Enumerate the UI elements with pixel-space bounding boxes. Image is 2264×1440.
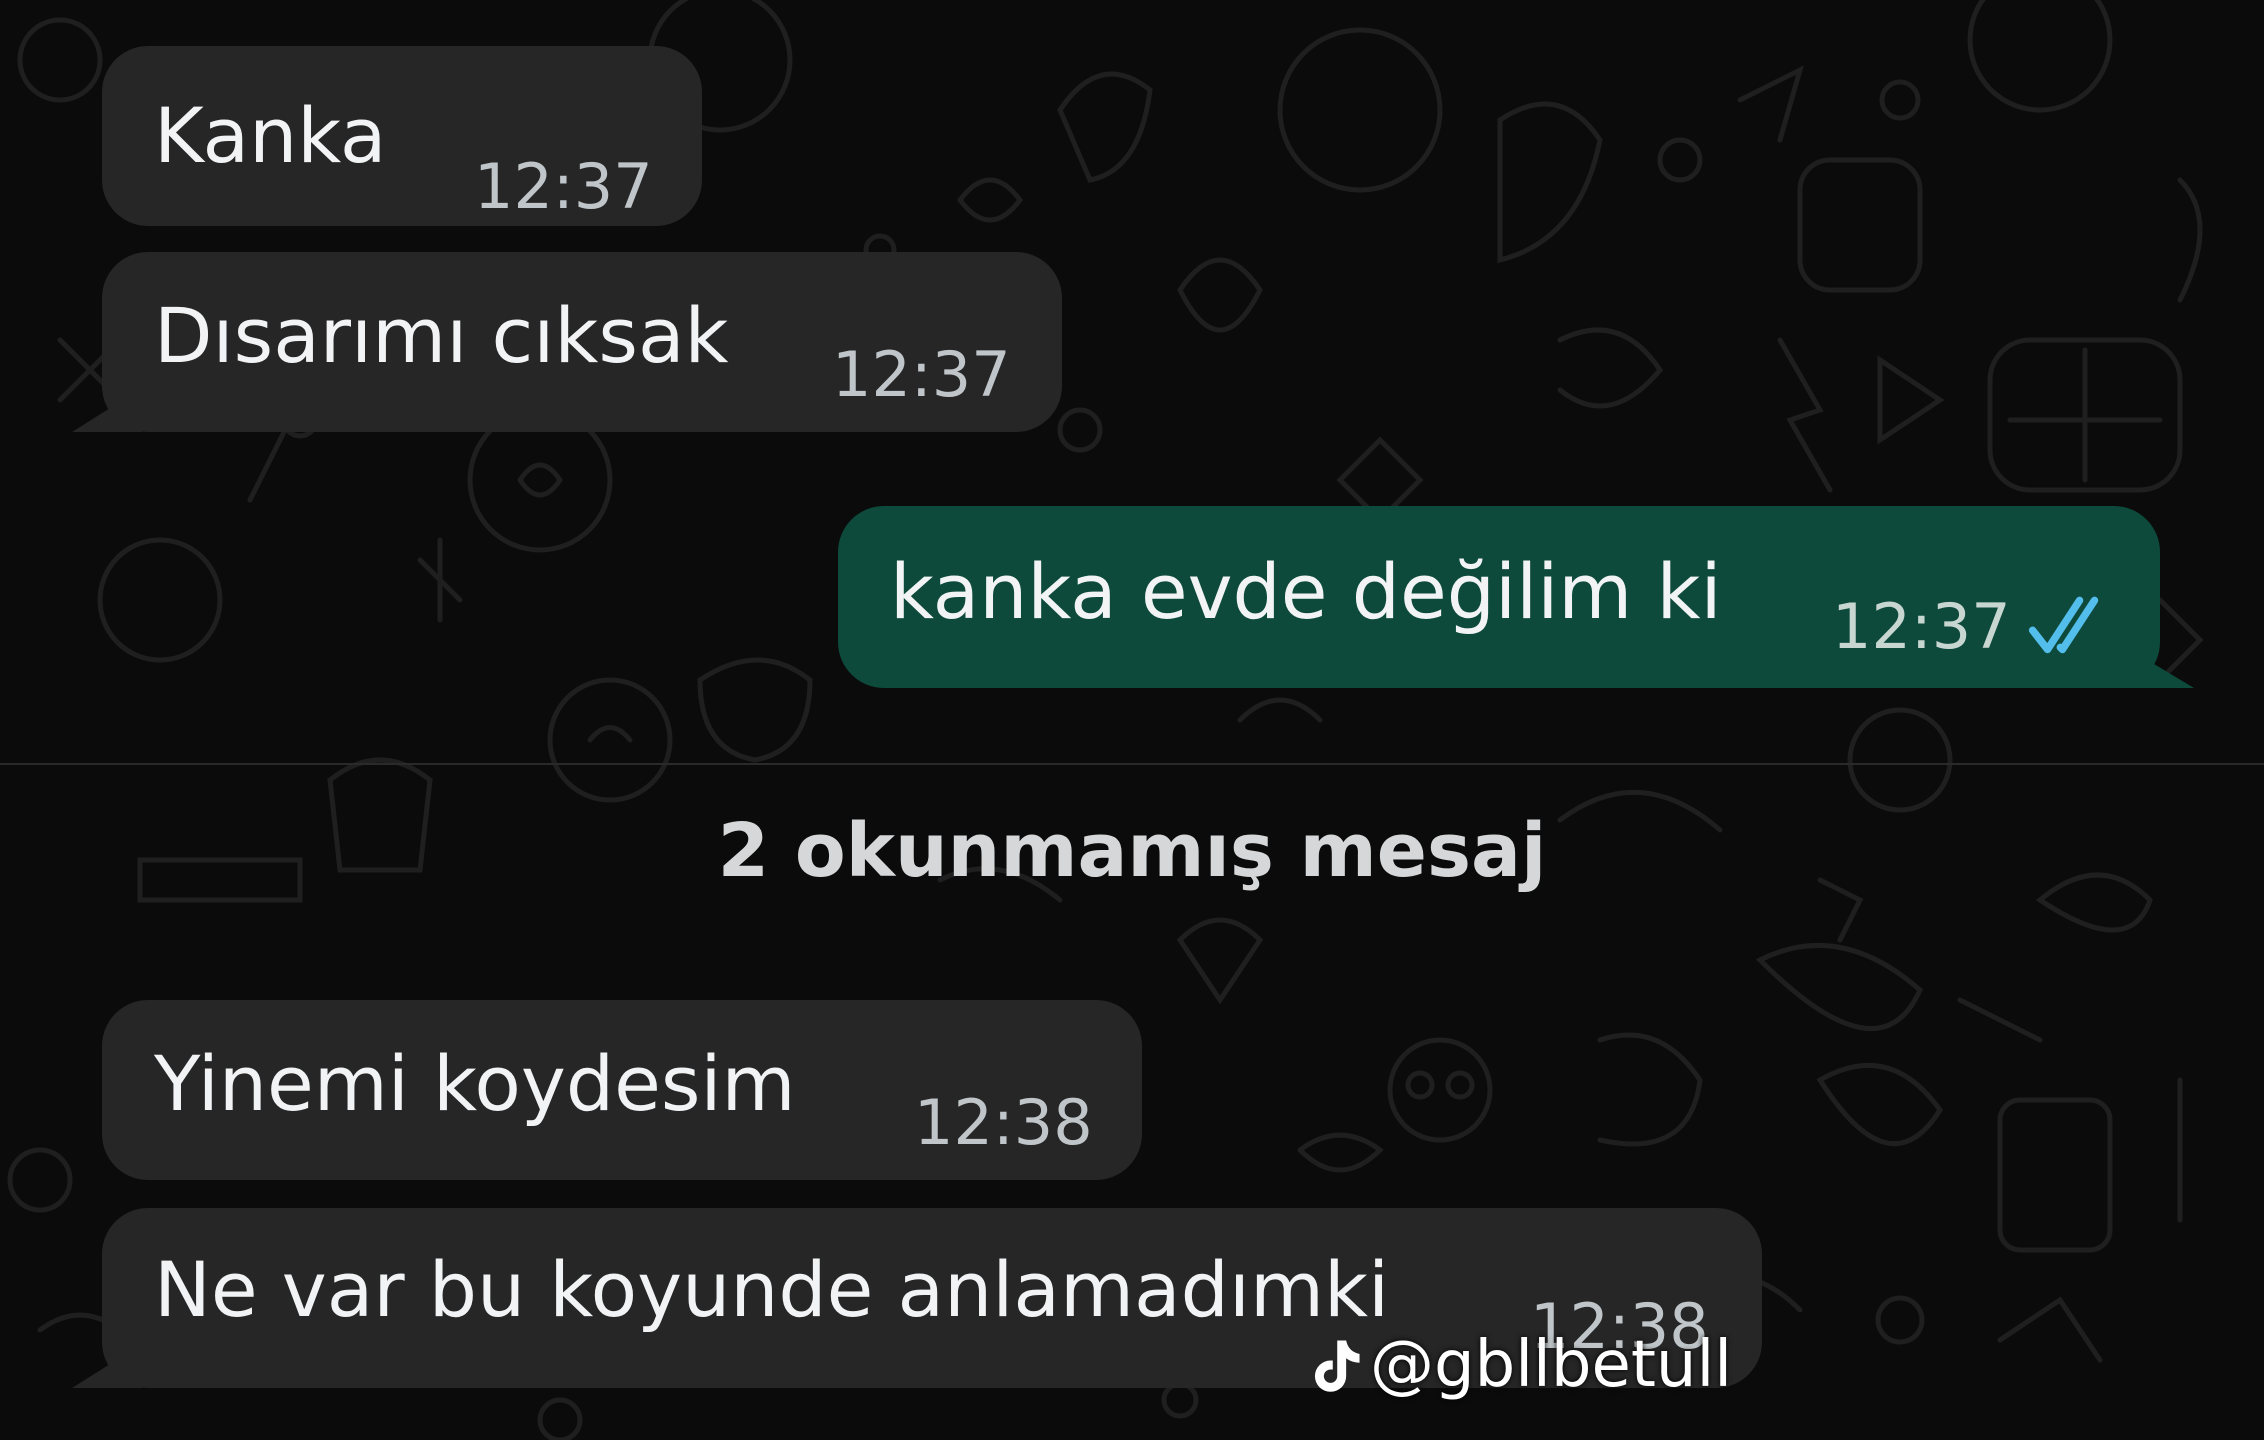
message-text: Dısarımı cıksak [154,291,729,380]
message-text: Yinemi koydesim [154,1039,796,1128]
outgoing-message-bubble[interactable]: kanka evde değilim ki 12:37 [838,506,2160,688]
message-time: 12:38 [914,1086,1093,1159]
message-time: 12:37 [1832,590,2011,663]
unread-divider-line [0,763,2264,765]
tiktok-watermark: @gbllbetull [1308,1328,1732,1402]
unread-messages-label: 2 okunmamış mesaj [717,808,1547,894]
message-time: 12:37 [832,338,1011,411]
incoming-message-bubble[interactable]: Kanka 12:37 [102,46,702,226]
message-text: Ne var bu koyunde anlamadımki [154,1245,1390,1334]
incoming-message-bubble[interactable]: Dısarımı cıksak 12:37 [102,252,1062,432]
double-check-read-icon [2028,596,2099,654]
tiktok-logo-icon [1308,1336,1362,1394]
watermark-handle: @gbllbetull [1370,1328,1733,1402]
incoming-message-bubble[interactable]: Yinemi koydesim 12:38 [102,1000,1142,1180]
message-time: 12:37 [474,150,653,223]
message-text: Kanka [154,91,387,180]
message-text: kanka evde değilim ki [890,547,1722,636]
